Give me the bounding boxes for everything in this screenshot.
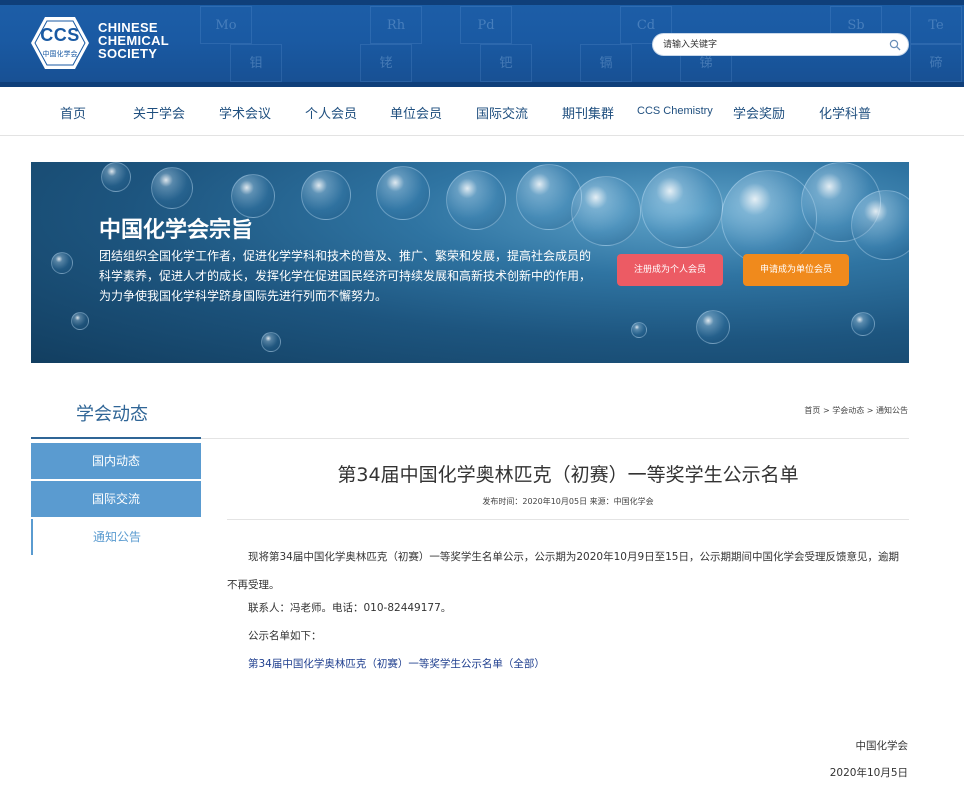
bubble-decoration [446,170,506,230]
search-icon[interactable] [889,39,901,51]
search-input[interactable] [663,37,878,53]
nav-item-home[interactable]: 首页 [60,103,86,122]
bubble-decoration [721,170,817,266]
periodic-cell: 钯 [480,44,532,82]
logo-subtitle: 中国化学会 [42,50,78,58]
site-header: Mo Rh Pd Cd Sb Te 钼 铑 钯 镉 锑 碲 CCS 中国化学会 … [0,0,964,87]
brand-line: SOCIETY [98,46,158,61]
apply-unit-member-button[interactable]: 申请成为单位会员 [743,254,849,286]
bubble-decoration [641,166,723,248]
breadcrumb-level1[interactable]: 学会动态 [832,406,864,415]
banner-mission-text: 团结组织全国化学工作者，促进化学学科和技术的普及、推广、繁荣和发展，提高社会成员… [99,249,592,303]
section-title-underline [31,437,201,439]
breadcrumb-home[interactable]: 首页 [804,406,820,415]
breadcrumb-current[interactable]: 通知公告 [876,406,908,415]
article-contact: 联系人：冯老师。电话：010-82449177。 [248,602,452,614]
periodic-cell: Te [910,6,962,44]
article-paragraph: 现将第34届中国化学奥林匹克（初赛）一等奖学生名单公示，公示期为2020年10月… [227,551,899,591]
main-nav: 首页 关于学会 学术会议 个人会员 单位会员 国际交流 期刊集群 CCS Che… [0,87,964,136]
bubble-decoration [851,190,909,260]
sidebar-item-international-exchange[interactable]: 国际交流 [31,481,201,517]
logo-brand-text: CHINESE CHEMICAL SOCIETY [98,21,182,60]
hero-banner: 中国化学会宗旨 团结组织全国化学工作者，促进化学学科和技术的普及、推广、繁荣和发… [31,162,909,363]
article-divider [227,519,909,520]
breadcrumb-separator: > [864,406,876,415]
nav-item-about[interactable]: 关于学会 [133,103,185,122]
bubble-decoration [376,166,430,220]
bubble-decoration [301,170,351,220]
periodic-cell: 碲 [910,44,962,82]
search-box [652,33,909,56]
nav-item-international[interactable]: 国际交流 [476,103,528,122]
nav-item-ccs-chemistry[interactable]: CCS Chemistry [637,105,713,123]
bubble-decoration [261,332,281,352]
nav-item-conferences[interactable]: 学术会议 [219,103,271,122]
periodic-cell: 镉 [580,44,632,82]
bubble-decoration [101,162,131,192]
content-divider [201,438,909,439]
breadcrumb: 首页 > 学会动态 > 通知公告 [804,405,908,416]
header-top-stripe [0,0,964,5]
banner-title: 中国化学会宗旨 [99,218,254,243]
signature-date: 2020年10月5日 [829,767,908,779]
periodic-cell: 钼 [230,44,282,82]
bubble-decoration [851,312,875,336]
sidebar-item-domestic-news[interactable]: 国内动态 [31,443,201,479]
section-title: 学会动态 [76,404,148,425]
nav-item-journals[interactable]: 期刊集群 [562,103,614,122]
periodic-cell: 铑 [360,44,412,82]
nav-item-individual-members[interactable]: 个人会员 [305,103,357,122]
nav-item-awards[interactable]: 学会奖励 [733,103,785,122]
bubble-decoration [151,167,193,209]
bubble-decoration [571,176,641,246]
bubble-decoration [696,310,730,344]
periodic-cell: Mo [200,6,252,44]
site-logo[interactable]: CCS 中国化学会 CHINESE CHEMICAL SOCIETY [30,16,180,72]
bubble-decoration [51,252,73,274]
sidebar-item-notices[interactable]: 通知公告 [31,519,201,555]
breadcrumb-separator: > [820,406,833,415]
nav-item-unit-members[interactable]: 单位会员 [390,103,442,122]
bubble-decoration [631,322,647,338]
register-individual-member-button[interactable]: 注册成为个人会员 [617,254,723,286]
winners-list-link[interactable]: 第34届中国化学奥林匹克（初赛）一等奖学生公示名单（全部） [248,656,545,671]
logo-abbreviation: CCS [40,25,80,45]
article-meta: 发布时间：2020年10月05日 来源：中国化学会 [482,497,654,506]
signature-organization: 中国化学会 [855,740,909,752]
bubble-decoration [71,312,89,330]
article-title: 第34届中国化学奥林匹克（初赛）一等奖学生公示名单 [337,464,799,486]
nav-item-science-popularization[interactable]: 化学科普 [819,103,871,122]
periodic-cell: Rh [370,6,422,44]
periodic-cell: Pd [460,6,512,44]
article-list-intro: 公示名单如下： [248,630,322,642]
